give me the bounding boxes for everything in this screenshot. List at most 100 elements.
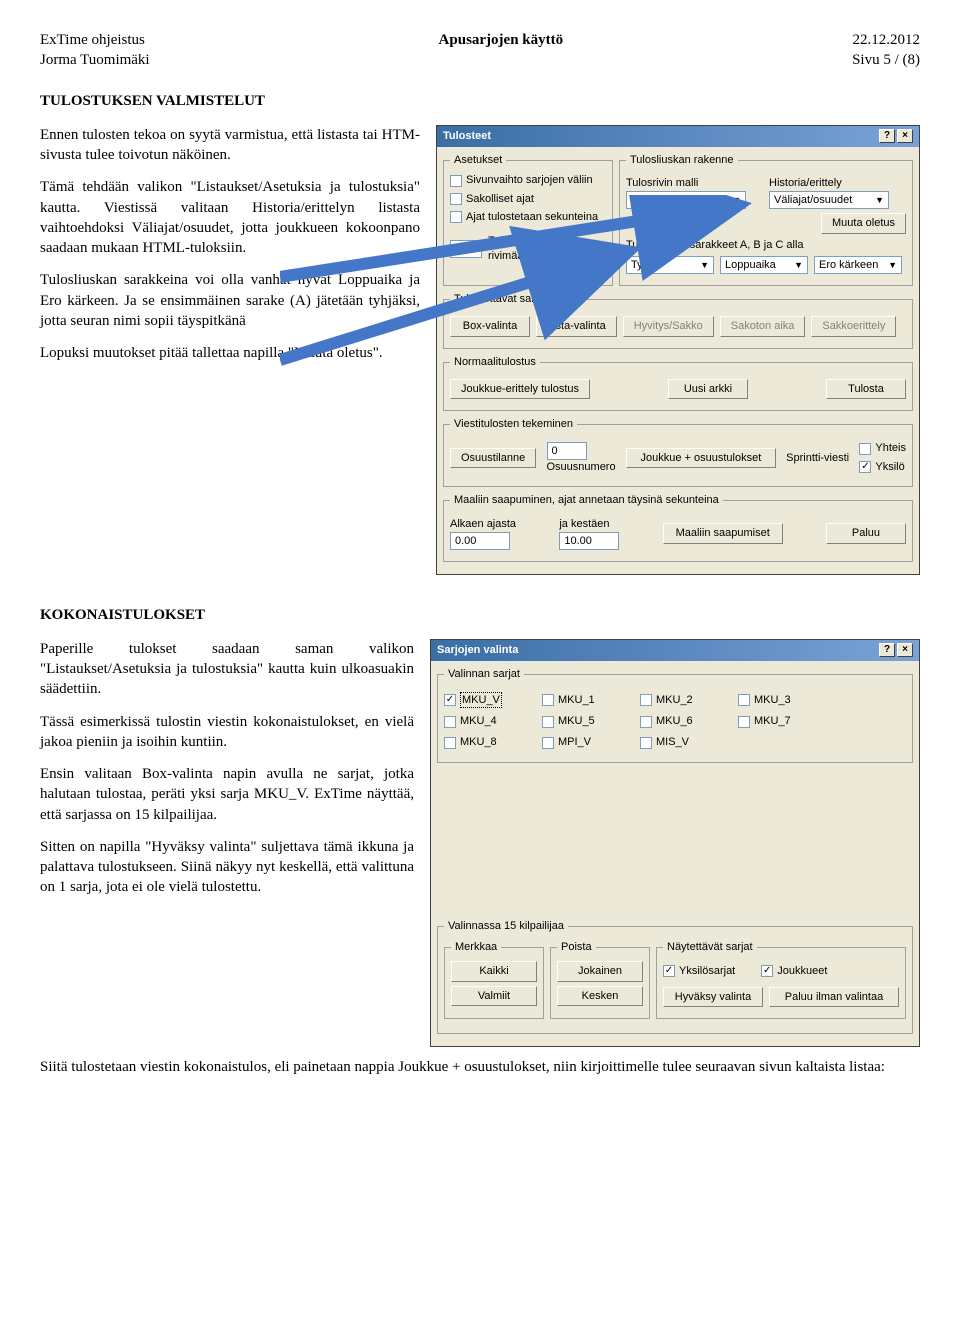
jokainen-button[interactable]: Jokainen (557, 961, 643, 982)
para-2: Tämä tehdään valikon "Listaukset/Asetuks… (40, 177, 420, 258)
osuustilanne-button[interactable]: Osuustilanne (450, 448, 536, 469)
poista-legend: Poista (557, 940, 596, 955)
sarja-checkbox[interactable]: MPI_V (542, 735, 618, 750)
alkaen-input[interactable] (450, 532, 510, 550)
sarake-b-combo[interactable]: Loppuaika▼ (720, 256, 808, 274)
sarja-checkbox[interactable]: MKU_6 (640, 714, 716, 729)
sarja-checkbox[interactable]: MKU_3 (738, 692, 814, 709)
tulosrivin-combo[interactable]: Tulosrivi▼ (626, 191, 746, 209)
sarja-checkbox[interactable]: MKU_8 (444, 735, 520, 750)
para-3: Tulosliuskan sarakkeina voi olla vanhat … (40, 270, 420, 331)
doc-page: Sivu 5 / (8) (852, 50, 920, 70)
para-6: Tässä esimerkissä tulostin viestin kokon… (40, 712, 414, 753)
page-header: ExTime ohjeistus Jorma Tuomimäki Apusarj… (40, 30, 920, 71)
hyvaksy-button[interactable]: Hyväksy valinta (663, 987, 763, 1008)
sarjojen-valinta-dialog: Sarjojen valinta ? × Valinnan sarjat ✓MK… (430, 639, 920, 1048)
sarja-checkbox[interactable]: MKU_1 (542, 692, 618, 709)
check-mark-icon: ✓ (444, 694, 456, 706)
historia-label: Historia/erittely (769, 176, 906, 191)
sakkoerittely-button[interactable]: Sakkoerittely (811, 316, 896, 337)
muuta-oletus-button[interactable]: Muuta oletus (821, 213, 906, 234)
help-icon[interactable]: ? (879, 129, 895, 143)
titlebar: Tulosteet ? × (437, 126, 919, 147)
hyvitys-button[interactable]: Hyvitys/Sakko (623, 316, 714, 337)
sarja-checkbox[interactable]: MKU_2 (640, 692, 716, 709)
check-mark-icon (542, 716, 554, 728)
sarja-checkbox[interactable]: MKU_7 (738, 714, 814, 729)
para-4: Lopuksi muutokset pitää tallettaa napill… (40, 343, 420, 363)
chk-joukkueet[interactable]: ✓Joukkueet (761, 964, 827, 979)
close-icon[interactable]: × (897, 129, 913, 143)
sarja-label: MKU_2 (656, 693, 693, 708)
check-mark-icon (444, 737, 456, 749)
rivimaara-input[interactable] (450, 240, 482, 258)
normaali-legend: Normaalitulostus (450, 355, 540, 370)
valinnassa-legend: Valinnassa 15 kilpailijaa (444, 919, 568, 934)
maaliin-button[interactable]: Maaliin saapumiset (663, 523, 783, 544)
close-icon[interactable]: × (897, 643, 913, 657)
historia-value: Väliajat/osuudet (774, 193, 852, 208)
check-mark-icon (640, 737, 652, 749)
chk-yhteis-label: Yhteis (875, 441, 906, 456)
doc-author: Jorma Tuomimäki (40, 50, 150, 70)
help-icon[interactable]: ? (879, 643, 895, 657)
chk-yksilo-label: Yksilö (875, 460, 904, 475)
check-mark-icon (640, 716, 652, 728)
sarakkeet-label: Tulosliuskan sarakkeet A, B ja C alla (626, 238, 906, 253)
check-mark-icon (542, 694, 554, 706)
section-title-2: KOKONAISTULOKSET (40, 605, 920, 625)
sarja-label: MKU_5 (558, 714, 595, 729)
check-mark-icon: ✓ (663, 965, 675, 977)
chk-sivunvaihto-label: Sivunvaihto sarjojen väliin (466, 173, 593, 188)
doc-section: Apusarjojen käyttö (439, 30, 564, 71)
tulostettavat-legend: Tulostettavat sarjat (450, 292, 551, 307)
lista-valinta-button[interactable]: Lista-valinta (536, 316, 617, 337)
sarja-label: MPI_V (558, 735, 591, 750)
check-mark-icon (738, 716, 750, 728)
chk-sivunvaihto[interactable]: Sivunvaihto sarjojen väliin (450, 173, 593, 188)
joukkue-erittely-button[interactable]: Joukkue-erittely tulostus (450, 379, 590, 400)
tulosrivin-label: Tulosrivin malli (626, 176, 763, 191)
joukkue-osuus-button[interactable]: Joukkue + osuustulokset (626, 448, 776, 469)
kesken-button[interactable]: Kesken (557, 986, 643, 1007)
para-7: Ensin valitaan Box-valinta napin avulla … (40, 764, 414, 825)
dialog-title: Tulosteet (443, 129, 491, 144)
osuusnumero-input[interactable] (547, 442, 587, 460)
chk-sakolliset[interactable]: Sakolliset ajat (450, 192, 534, 207)
naytettavat-legend: Näytettävät sarjat (663, 940, 757, 955)
section-title-1: TULOSTUKSEN VALMISTELUT (40, 91, 920, 111)
para-8: Sitten on napilla "Hyväksy valinta" sulj… (40, 837, 414, 898)
sarake-c-combo[interactable]: Ero kärkeen▼ (814, 256, 902, 274)
sarja-checkbox[interactable]: MKU_5 (542, 714, 618, 729)
check-mark-icon (738, 694, 750, 706)
uusi-arkki-button[interactable]: Uusi arkki (668, 379, 748, 400)
kaikki-button[interactable]: Kaikki (451, 961, 537, 982)
chevron-down-icon: ▼ (888, 259, 897, 271)
paluu-ilman-button[interactable]: Paluu ilman valintaa (769, 987, 899, 1008)
paluu-button[interactable]: Paluu (826, 523, 906, 544)
sakoton-button[interactable]: Sakoton aika (720, 316, 806, 337)
check-mark-icon: ✓ (859, 461, 871, 473)
chevron-down-icon: ▼ (732, 194, 741, 206)
tulosta-button[interactable]: Tulosta (826, 379, 906, 400)
chk-sekunteina[interactable]: Ajat tulostetaan sekunteina (450, 210, 598, 225)
historia-combo[interactable]: Väliajat/osuudet ▼ (769, 191, 889, 209)
chevron-down-icon: ▼ (875, 194, 884, 206)
sarja-label: MKU_4 (460, 714, 497, 729)
doc-date: 22.12.2012 (852, 30, 920, 50)
chk-yksilosarjat[interactable]: ✓Yksilösarjat (663, 964, 735, 979)
para-9: Siitä tulostetaan viestin kokonaistulos,… (40, 1057, 920, 1077)
sarja-checkbox[interactable]: ✓MKU_V (444, 692, 520, 709)
kestaa-input[interactable] (559, 532, 619, 550)
sarake-a-combo[interactable]: Tyhjä▼ (626, 256, 714, 274)
titlebar: Sarjojen valinta ? × (431, 640, 919, 661)
sarake-a-value: Tyhjä (631, 258, 657, 273)
valmiit-button[interactable]: Valmiit (451, 986, 537, 1007)
box-valinta-button[interactable]: Box-valinta (450, 316, 530, 337)
chk-yksilo[interactable]: ✓ Yksilö (859, 460, 904, 475)
sarja-checkbox[interactable]: MIS_V (640, 735, 716, 750)
check-mark-icon (640, 694, 652, 706)
chk-yhteis[interactable]: Yhteis (859, 441, 906, 456)
chk-joukkueet-label: Joukkueet (777, 964, 827, 979)
sarja-checkbox[interactable]: MKU_4 (444, 714, 520, 729)
